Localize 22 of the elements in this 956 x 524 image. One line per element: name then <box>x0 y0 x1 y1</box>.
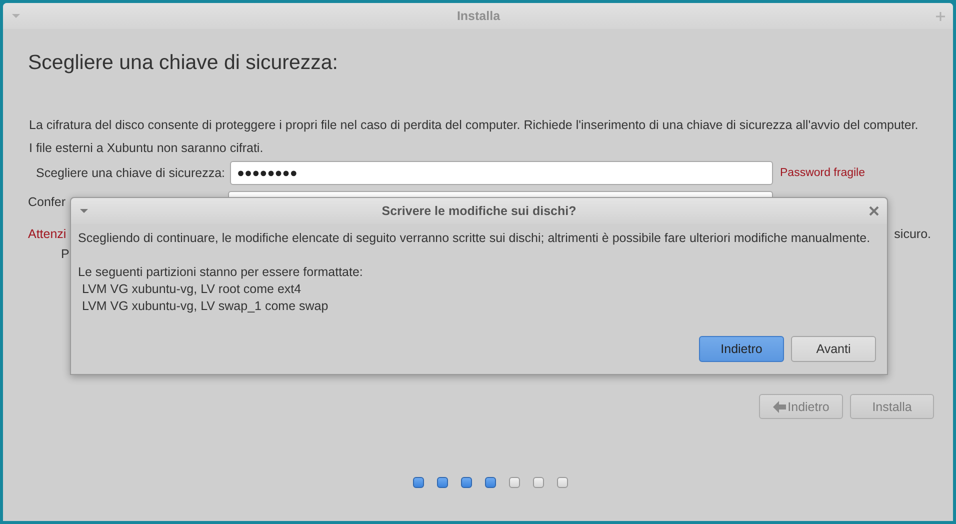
description-text: La cifratura del disco consente di proteggere i propri file nel caso di perdita del computer. Richiede l'inserimento di una chiave di sicurezza all'avvio del computer. <box>29 117 920 134</box>
password-field[interactable]: ●●●●●●●● <box>230 161 773 185</box>
warning-text: Attenzi <box>28 227 66 241</box>
maximize-icon <box>936 12 945 20</box>
close-icon[interactable] <box>869 206 879 216</box>
warning-text: sicuro. <box>894 227 931 241</box>
window-title: Installa <box>456 9 502 23</box>
partition-item: LVM VG xubuntu-vg, LV swap_1 come swap <box>81 298 330 315</box>
partition-item: LVM VG xubuntu-vg, LV root come ext4 <box>81 281 302 298</box>
field-label: Scegliere una chiave di sicurezza: <box>35 166 226 180</box>
continue-button[interactable]: Avanti <box>791 336 876 362</box>
left-arrow-icon <box>772 400 786 412</box>
strength-text: Password fragile <box>780 167 866 179</box>
menu-arrow-icon[interactable] <box>79 208 89 214</box>
list-heading: Le seguenti partizioni stanno per essere formattate: <box>78 264 364 281</box>
dialog-message: Scegliendo di continuare, le modifiche elencate di seguito verranno scritte sui dischi; altrimenti è possibile fare ulteriori modifiche manualmente. <box>78 230 872 247</box>
description-text: I file esterni a Xubuntu non saranno cifrati. <box>29 140 264 157</box>
page-heading: Scegliere una chiave di sicurezza: <box>28 51 339 75</box>
note-text: P <box>61 247 70 261</box>
back-button[interactable]: Indietro <box>699 336 784 362</box>
field-label: Confer <box>28 194 66 209</box>
dialog-title: Scrivere le modifiche sui dischi? <box>380 204 578 218</box>
